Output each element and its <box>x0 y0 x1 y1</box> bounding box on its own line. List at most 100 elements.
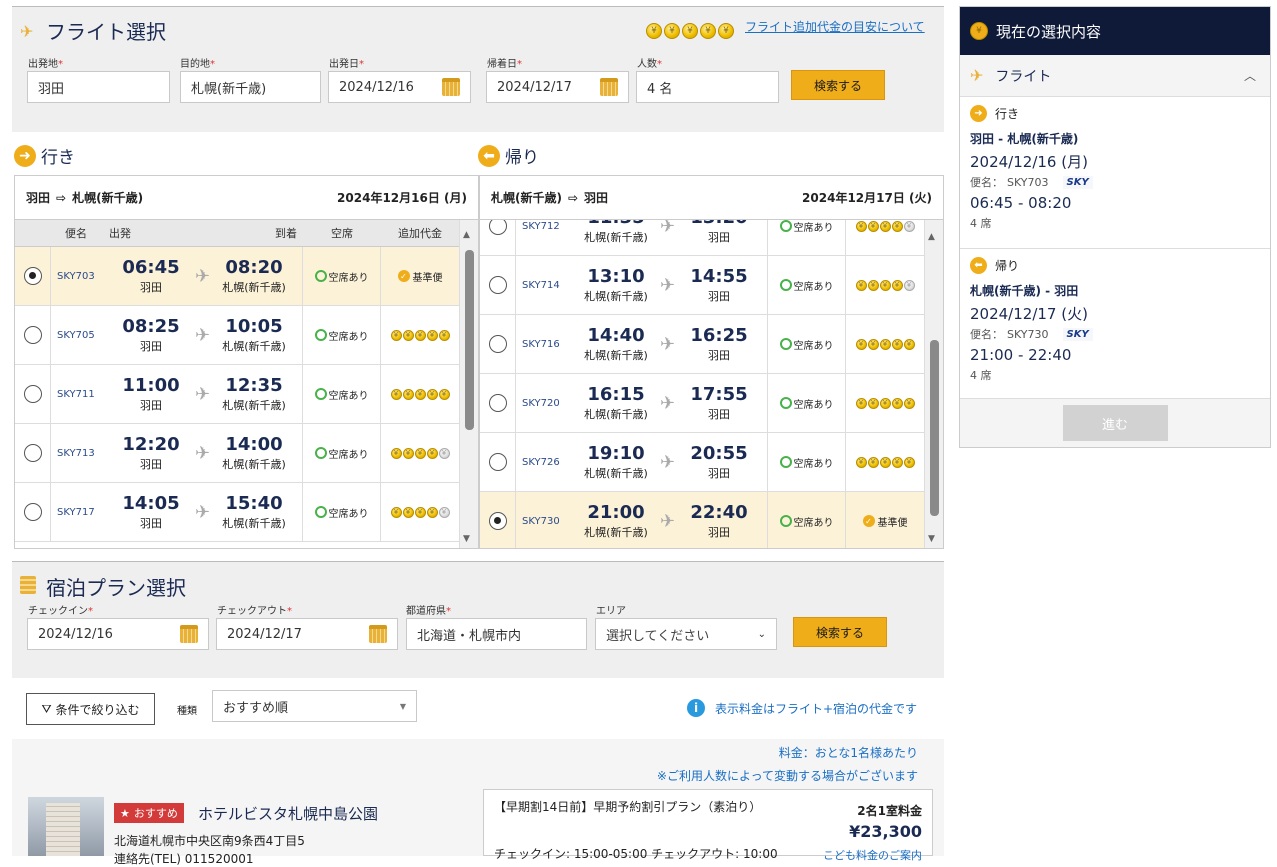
checkin-field[interactable]: 2024/12/16 <box>27 618 209 650</box>
seat-cell: 空席あり <box>303 424 381 482</box>
flight-row[interactable]: SKY720 16:15 札幌(新千歳) ✈ 17:55 羽田 空席あり ¥ ¥ ¥ ¥ ¥ <box>480 374 924 433</box>
flight-row[interactable]: SKY703 06:45 羽田 ✈ 08:20 札幌(新千歳) 空席あり ✓ 基準便 <box>15 247 459 306</box>
calendar-icon[interactable] <box>180 625 198 643</box>
standard-flight-label: 基準便 <box>877 517 908 529</box>
origin-label: 出発地* <box>28 59 63 70</box>
radio-cell[interactable] <box>15 483 51 541</box>
flight-search-button[interactable]: 検索する <box>791 70 885 100</box>
flight-number-cell: SKY716 <box>516 315 572 373</box>
radio-cell[interactable] <box>480 315 516 373</box>
plane-icon: ✈ <box>659 220 676 237</box>
yen-icon: ¥ <box>970 22 988 40</box>
scroll-up-icon[interactable]: ▲ <box>928 232 935 242</box>
flight-number: SKY730 <box>522 515 560 527</box>
arrow-right-icon: ⇨ <box>56 190 67 205</box>
destination-field[interactable]: 札幌(新千歳) <box>180 71 321 103</box>
coin-icon: ¥ <box>414 447 426 459</box>
flight-radio[interactable] <box>488 220 507 235</box>
flight-row[interactable]: SKY730 21:00 札幌(新千歳) ✈ 22:40 羽田 空席あり ✓ 基準便 <box>480 492 924 548</box>
kids-fare-link[interactable]: こども料金のご案内 <box>810 847 922 863</box>
checkout-field[interactable]: 2024/12/17 <box>216 618 398 650</box>
radio-cell[interactable] <box>480 492 516 548</box>
times-cell: 14:40 札幌(新千歳) ✈ 16:25 羽田 <box>572 315 768 373</box>
hotel-tel: 連絡先(TEL) 011520001 <box>114 852 254 866</box>
coin-icon: ¥ <box>867 220 879 232</box>
radio-cell[interactable] <box>15 365 51 423</box>
fare-coins: ¥ ¥ ¥ ¥ ¥ <box>855 397 915 409</box>
departure-airport: 札幌(新千歳) <box>584 408 648 421</box>
filter-button[interactable]: ⛛ 条件で絞り込む <box>26 693 155 725</box>
plane-icon: ✈ <box>194 324 211 346</box>
flight-row[interactable]: SKY717 14:05 羽田 ✈ 15:40 札幌(新千歳) 空席あり ¥ ¥ ¥ ¥ ¥ <box>15 483 459 542</box>
seat-cell: 空席あり <box>768 256 846 314</box>
flight-radio[interactable] <box>23 267 42 285</box>
flight-radio[interactable] <box>488 394 507 412</box>
info-icon: i <box>687 699 705 717</box>
fare-coins: ¥ ¥ ¥ ¥ ¥ <box>855 456 915 468</box>
radio-cell[interactable] <box>15 306 51 364</box>
checkin-label: チェックイン* <box>28 606 93 617</box>
radio-cell[interactable] <box>480 220 516 255</box>
flight-radio[interactable] <box>488 276 507 294</box>
scroll-down-icon[interactable]: ▼ <box>463 534 470 544</box>
flight-row[interactable]: SKY71211:35札幌(新千歳)✈13:20羽田空席あり¥¥¥¥¥ <box>480 220 924 256</box>
summary-flight-toggle[interactable]: ✈ フライト ︿ <box>960 55 1270 97</box>
seat-cell: 空席あり <box>768 492 846 548</box>
fare-guide-link[interactable]: フライト追加代金の目安について <box>745 18 925 35</box>
summary-outbound-time: 06:45 - 08:20 <box>970 194 1072 212</box>
flight-row[interactable]: SKY716 14:40 札幌(新千歳) ✈ 16:25 羽田 空席あり ¥ ¥ ¥ ¥ ¥ <box>480 315 924 374</box>
radio-cell[interactable] <box>15 424 51 482</box>
arrival: 16:25 羽田 <box>675 325 763 363</box>
area-select[interactable]: 選択してください ⌄ <box>595 618 777 650</box>
flight-row[interactable]: SKY726 19:10 札幌(新千歳) ✈ 20:55 羽田 空席あり ¥ ¥ ¥ ¥ ¥ <box>480 433 924 492</box>
depart-date-field[interactable]: 2024/12/16 <box>328 71 471 103</box>
inbound-scrollbar[interactable]: ▲ ▼ <box>924 220 943 548</box>
scroll-down-icon[interactable]: ▼ <box>928 534 935 544</box>
times-cell: 16:15 札幌(新千歳) ✈ 17:55 羽田 <box>572 374 768 432</box>
flight-radio[interactable] <box>23 503 42 521</box>
depart-date-label: 出発日* <box>329 59 364 70</box>
scroll-up-icon[interactable]: ▲ <box>463 230 470 240</box>
airline-logo: SKY <box>1062 327 1093 341</box>
sort-select[interactable]: おすすめ順 ▼ <box>212 690 417 722</box>
flight-radio[interactable] <box>488 335 507 353</box>
pax-field[interactable]: 4 名 <box>636 71 779 103</box>
radio-cell[interactable] <box>15 247 51 305</box>
flight-radio[interactable] <box>23 385 42 403</box>
flight-row[interactable]: SKY714 13:10 札幌(新千歳) ✈ 14:55 羽田 空席あり ¥ ¥ ¥ ¥ ¥ <box>480 256 924 315</box>
arrival-time: 10:05 <box>225 316 283 337</box>
prefecture-label: 都道府県* <box>406 606 451 617</box>
flight-row[interactable]: SKY705 08:25 羽田 ✈ 10:05 札幌(新千歳) 空席あり ¥ ¥ ¥ ¥ ¥ <box>15 306 459 365</box>
flight-radio[interactable] <box>23 326 42 344</box>
prefecture-field[interactable]: 北海道・札幌市内 <box>406 618 587 650</box>
calendar-icon[interactable] <box>600 78 618 96</box>
times-cell: 14:05 羽田 ✈ 15:40 札幌(新千歳) <box>107 483 303 541</box>
radio-cell[interactable] <box>480 256 516 314</box>
flight-row[interactable]: SKY711 11:00 羽田 ✈ 12:35 札幌(新千歳) 空席あり ¥ ¥ ¥ ¥ ¥ <box>15 365 459 424</box>
flight-radio[interactable] <box>488 512 507 530</box>
outbound-scrollbar[interactable]: ▲ ▼ <box>459 220 478 548</box>
calendar-icon[interactable] <box>442 78 460 96</box>
times-cell: 19:10 札幌(新千歳) ✈ 20:55 羽田 <box>572 433 768 491</box>
summary-outbound-heading: 行き <box>995 107 1020 121</box>
next-button[interactable]: 進む <box>1062 405 1168 441</box>
origin-field[interactable]: 羽田 <box>27 71 170 103</box>
summary-title: 現在の選択内容 <box>996 22 1102 41</box>
radio-cell[interactable] <box>480 433 516 491</box>
summary-flight-label: フライト <box>995 68 1052 85</box>
scroll-thumb[interactable] <box>930 340 939 516</box>
flight-radio[interactable] <box>488 453 507 471</box>
radio-cell[interactable] <box>480 374 516 432</box>
flight-row[interactable]: SKY713 12:20 羽田 ✈ 14:00 札幌(新千歳) 空席あり ¥ ¥ ¥ ¥ ¥ <box>15 424 459 483</box>
coin-icon: ¥ <box>891 456 903 468</box>
flight-radio[interactable] <box>23 444 42 462</box>
plane-icon: ✈ <box>659 451 676 473</box>
arrival: 08:20 札幌(新千歳) <box>210 257 298 295</box>
arrival-airport: 札幌(新千歳) <box>222 340 286 353</box>
hotel-search-button[interactable]: 検索する <box>793 617 887 647</box>
hotel-name[interactable]: ホテルビスタ札幌中島公園 <box>198 803 378 824</box>
return-date-field[interactable]: 2024/12/17 <box>486 71 629 103</box>
scroll-thumb[interactable] <box>465 250 474 430</box>
route-to: 羽田 <box>584 191 609 205</box>
calendar-icon[interactable] <box>369 625 387 643</box>
